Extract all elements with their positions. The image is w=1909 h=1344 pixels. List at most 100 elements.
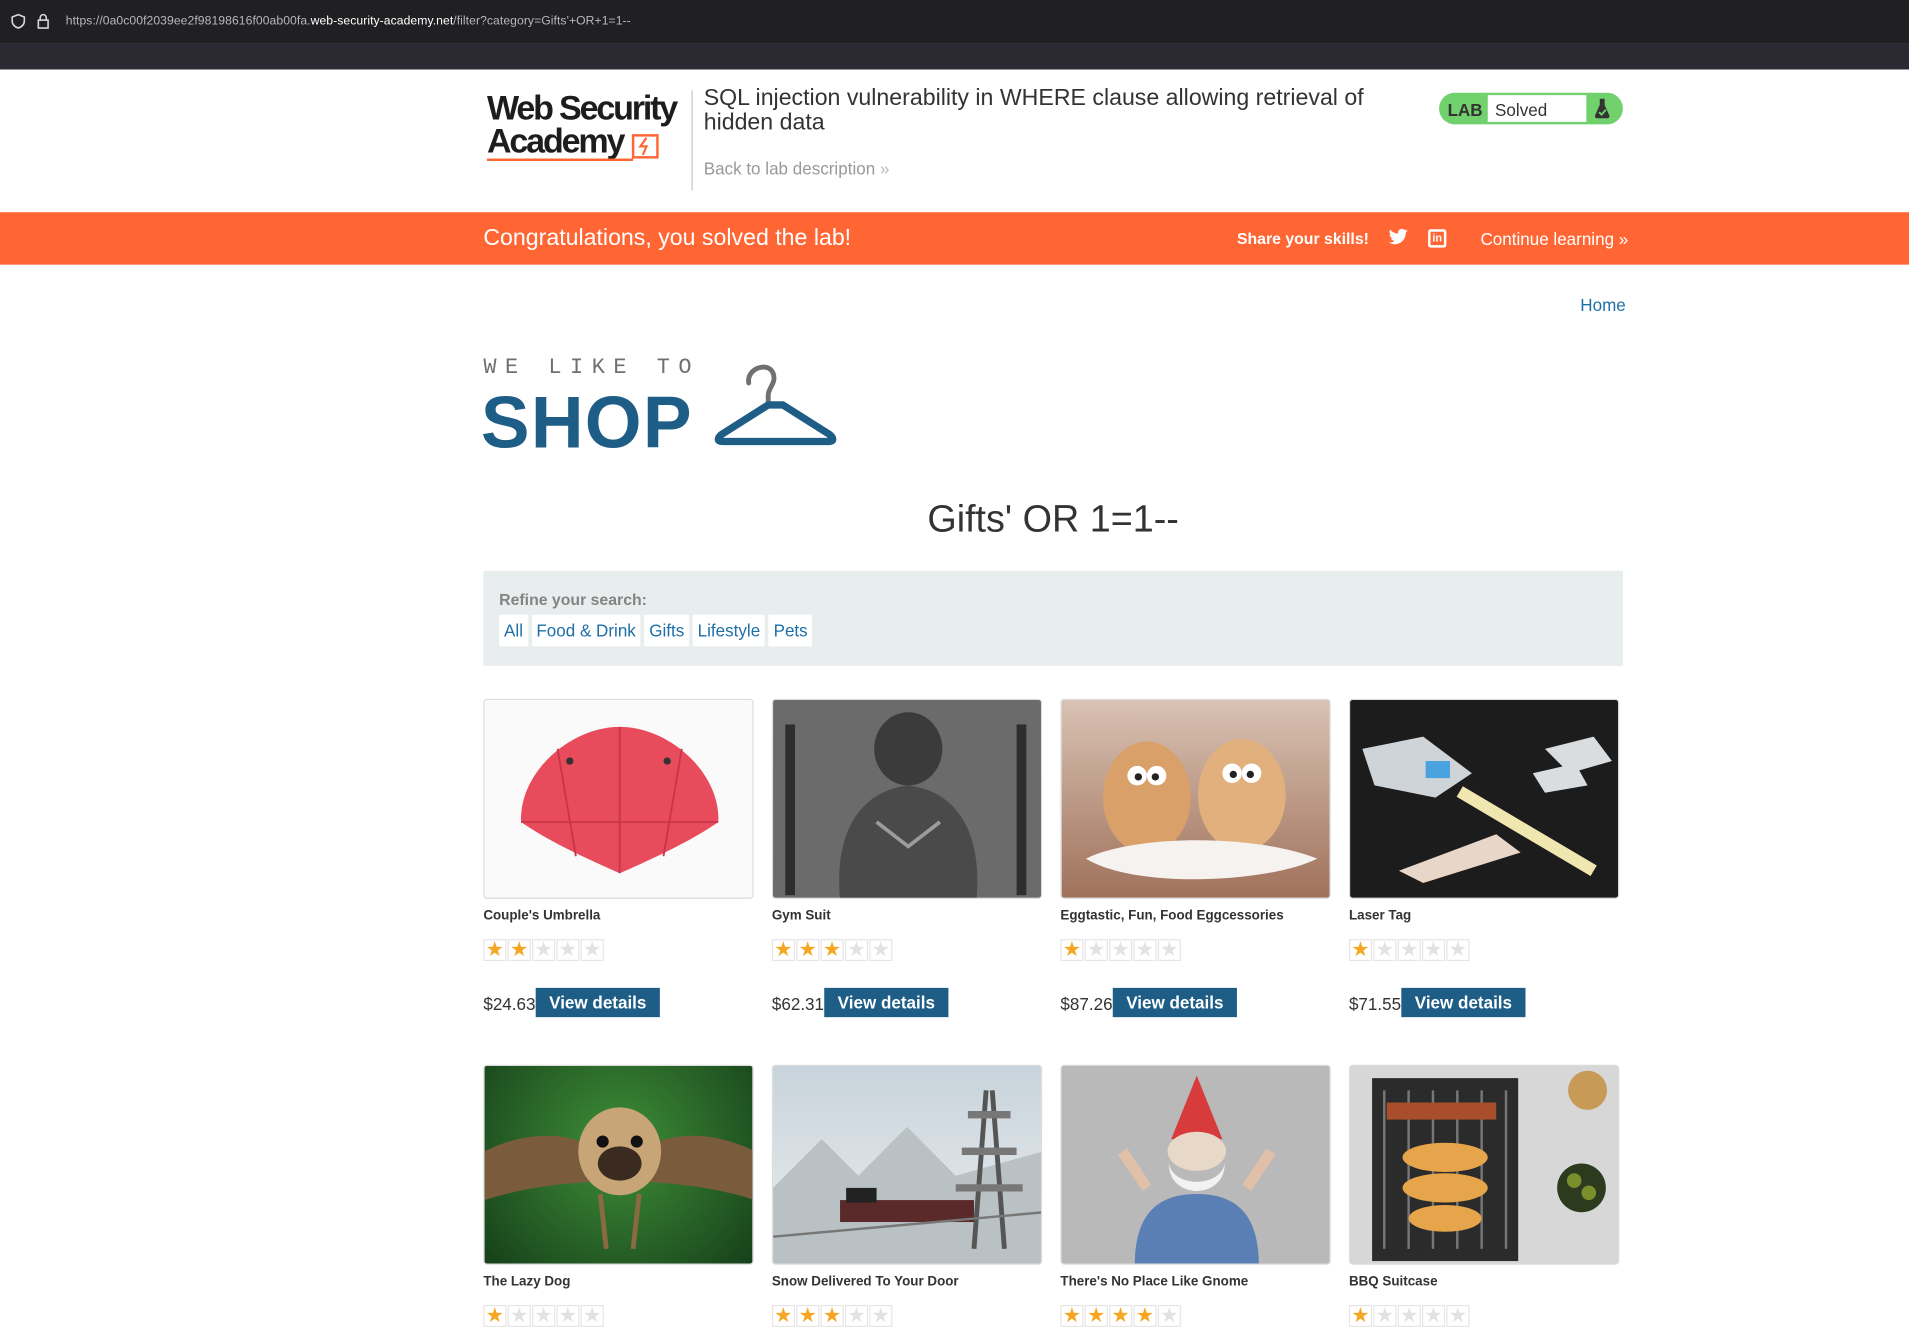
continue-label: Continue learning	[1480, 229, 1615, 249]
filter-pets[interactable]: Pets	[768, 614, 813, 647]
star-filled-icon: ★	[483, 1304, 507, 1327]
star-empty-icon: ★	[844, 939, 869, 962]
rating-stars: ★ ★ ★ ★ ★	[771, 939, 893, 962]
filter-panel: Refine your search: All Food & Drink Gif…	[483, 570, 1623, 666]
filter-label: Refine your search:	[499, 590, 647, 609]
url-path: /filter?category=Gifts'+OR+1=1--	[453, 14, 631, 29]
star-empty-icon: ★	[532, 1304, 556, 1327]
shop-logo: WE LIKE TO SHOP	[480, 354, 848, 464]
product-image[interactable]	[1348, 1064, 1620, 1265]
rating-stars: ★ ★ ★ ★ ★	[483, 1304, 604, 1327]
badge-status: Solved	[1487, 95, 1587, 122]
product-name: Laser Tag	[1348, 908, 1412, 924]
star-filled-icon: ★	[1109, 1304, 1133, 1327]
star-empty-icon: ★	[1157, 939, 1181, 962]
product-name: There's No Place Like Gnome	[1060, 1274, 1249, 1290]
lock-icon[interactable]	[37, 13, 50, 35]
star-empty-icon: ★	[532, 939, 556, 962]
double-chevron-right-icon: »	[1618, 229, 1629, 249]
rating-stars: ★ ★ ★ ★ ★	[1348, 939, 1470, 962]
product-name: Gym Suit	[771, 908, 831, 924]
product-image[interactable]	[1348, 698, 1620, 899]
product-name: Eggtastic, Fun, Food Eggcessories	[1060, 908, 1284, 924]
logo-bolt-icon	[631, 134, 659, 159]
congratulations-banner: Congratulations, you solved the lab! Sha…	[0, 212, 1909, 265]
view-details-button[interactable]: View details	[1112, 987, 1237, 1018]
shop-word: SHOP	[480, 381, 693, 464]
header-divider	[691, 90, 693, 191]
star-empty-icon: ★	[580, 1304, 604, 1327]
continue-learning-link[interactable]: Continue learning »	[1480, 229, 1628, 249]
browser-url-bar[interactable]: https://0a0c00f2039ee2f98198616f00ab00fa…	[0, 0, 1909, 44]
star-empty-icon: ★	[580, 939, 604, 962]
star-filled-icon: ★	[771, 1304, 796, 1327]
logo-underline	[486, 158, 634, 161]
view-details-button[interactable]: View details	[1401, 987, 1526, 1018]
product-image[interactable]	[483, 698, 754, 899]
product-price: $71.55	[1348, 993, 1402, 1014]
product-name: BBQ Suitcase	[1348, 1274, 1438, 1290]
filter-food-drink[interactable]: Food & Drink	[531, 614, 641, 647]
academy-logo[interactable]: Web Security Academy	[486, 90, 688, 166]
star-filled-icon: ★	[1060, 1304, 1084, 1327]
rating-stars: ★ ★ ★ ★ ★	[483, 939, 604, 962]
product-price: $62.31	[771, 993, 825, 1014]
star-empty-icon: ★	[556, 1304, 580, 1327]
star-empty-icon: ★	[1109, 939, 1133, 962]
hanger-icon	[712, 356, 839, 460]
view-details-button[interactable]: View details	[824, 987, 949, 1018]
star-empty-icon: ★	[1373, 939, 1397, 962]
product-image[interactable]	[1060, 1064, 1331, 1265]
star-filled-icon: ★	[820, 939, 844, 962]
product-image[interactable]	[771, 698, 1043, 899]
rating-stars: ★ ★ ★ ★ ★	[771, 1304, 893, 1327]
url-text[interactable]: https://0a0c00f2039ee2f98198616f00ab00fa…	[66, 15, 631, 28]
star-filled-icon: ★	[1084, 1304, 1108, 1327]
star-empty-icon: ★	[1373, 1304, 1397, 1327]
star-filled-icon: ★	[1060, 939, 1084, 962]
banner-message: Congratulations, you solved the lab!	[483, 225, 852, 252]
star-empty-icon: ★	[844, 1304, 869, 1327]
star-filled-icon: ★	[771, 939, 796, 962]
star-empty-icon: ★	[1397, 1304, 1421, 1327]
star-empty-icon: ★	[1397, 939, 1421, 962]
back-to-lab-link[interactable]: Back to lab description»	[704, 159, 890, 179]
star-empty-icon: ★	[1133, 939, 1157, 962]
linkedin-icon[interactable]: in	[1428, 229, 1447, 248]
back-link-label: Back to lab description	[703, 158, 876, 179]
star-empty-icon: ★	[507, 1304, 531, 1327]
product-name: The Lazy Dog	[483, 1274, 571, 1290]
star-filled-icon: ★	[483, 939, 507, 962]
product-image[interactable]	[771, 1064, 1043, 1265]
badge-lab-label: LAB	[1447, 100, 1483, 120]
star-empty-icon: ★	[556, 939, 580, 962]
product-image[interactable]	[1060, 698, 1331, 899]
shop-tagline: WE LIKE TO	[483, 356, 701, 381]
filter-all[interactable]: All	[499, 614, 528, 647]
view-details-button[interactable]: View details	[535, 987, 660, 1018]
product-name: Snow Delivered To Your Door	[771, 1274, 959, 1290]
star-filled-icon: ★	[796, 1304, 820, 1327]
star-empty-icon: ★	[1084, 939, 1108, 962]
star-filled-icon: ★	[796, 939, 820, 962]
star-empty-icon: ★	[869, 1304, 893, 1327]
product-image[interactable]	[483, 1064, 754, 1265]
rating-stars: ★ ★ ★ ★ ★	[1060, 1304, 1181, 1327]
star-filled-icon: ★	[507, 939, 531, 962]
home-link[interactable]: Home	[1580, 295, 1625, 315]
star-empty-icon: ★	[1157, 1304, 1181, 1327]
filter-lifestyle[interactable]: Lifestyle	[692, 614, 766, 647]
shield-icon[interactable]	[11, 13, 26, 35]
filter-gifts[interactable]: Gifts	[644, 614, 690, 647]
product-price: $24.63	[483, 993, 536, 1014]
category-title: Gifts' OR 1=1--	[927, 497, 1179, 541]
url-host: web-security-academy.net	[310, 14, 454, 29]
url-prefix: https://0a0c00f2039ee2f98198616f00ab00fa…	[65, 14, 311, 29]
twitter-icon[interactable]	[1388, 228, 1409, 252]
star-empty-icon: ★	[1422, 939, 1446, 962]
product-name: Couple's Umbrella	[483, 908, 601, 924]
product-price: $87.26	[1060, 993, 1113, 1014]
rating-stars: ★ ★ ★ ★ ★	[1348, 1304, 1470, 1327]
star-filled-icon: ★	[1133, 1304, 1157, 1327]
star-empty-icon: ★	[1446, 939, 1470, 962]
